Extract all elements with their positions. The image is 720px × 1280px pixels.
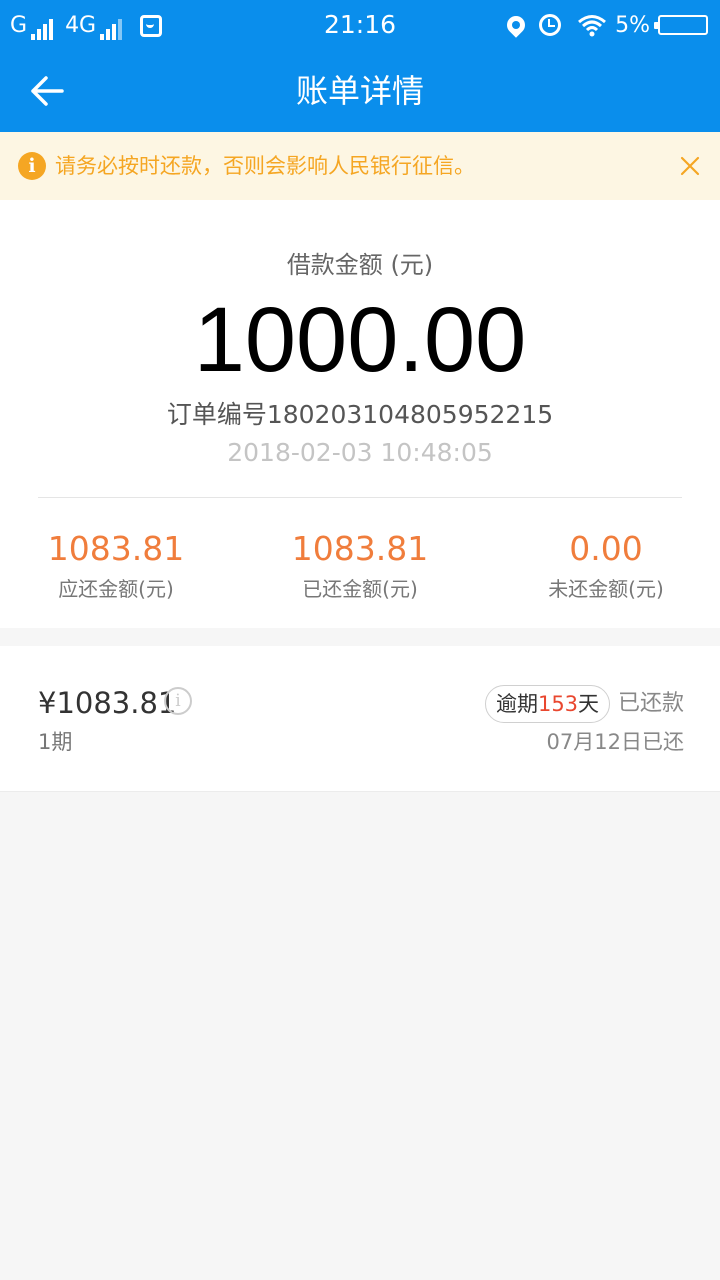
close-icon[interactable] bbox=[676, 152, 704, 180]
info-icon[interactable]: i bbox=[164, 687, 192, 715]
stat-value: 0.00 bbox=[569, 529, 643, 568]
network-type-label: G bbox=[10, 13, 28, 38]
stat-value: 1083.81 bbox=[291, 529, 429, 568]
loan-amount-value: 1000.00 bbox=[193, 289, 527, 391]
stat-due: 1083.81 应还金额(元) bbox=[0, 528, 236, 606]
signal-icon bbox=[100, 18, 124, 40]
stat-unpaid: 0.00 未还金额(元) bbox=[486, 528, 720, 606]
bill-installment-row[interactable]: ¥1083.81 i 1期 逾期153天 已还款 07月12日已还 bbox=[0, 646, 720, 792]
overdue-badge: 逾期153天 bbox=[485, 685, 610, 723]
stat-label: 未还金额(元) bbox=[548, 577, 664, 601]
page-title: 账单详情 bbox=[295, 72, 424, 110]
overdue-prefix: 逾期 bbox=[495, 692, 538, 716]
loan-amount-label: 借款金额 (元) bbox=[286, 251, 434, 279]
overdue-suffix: 天 bbox=[578, 692, 600, 716]
loan-summary: 借款金额 (元) 1000.00 订单编号180203104805952215 … bbox=[0, 200, 720, 628]
battery-percent: 5% bbox=[615, 12, 650, 38]
nav-bar: 账单详情 bbox=[0, 50, 720, 132]
signal-icon bbox=[31, 18, 55, 40]
wifi-icon bbox=[578, 15, 607, 37]
overdue-days: 153 bbox=[537, 692, 579, 716]
stat-label: 应还金额(元) bbox=[58, 577, 174, 601]
alarm-clock-icon bbox=[539, 14, 562, 36]
stat-value: 1083.81 bbox=[47, 529, 185, 568]
divider bbox=[38, 497, 682, 498]
location-pin-icon bbox=[503, 12, 529, 38]
status-left: G 4G bbox=[10, 10, 163, 40]
bill-status: 已还款 bbox=[617, 691, 684, 716]
shopping-bag-icon bbox=[140, 15, 163, 37]
bill-paid-date: 07月12日已还 bbox=[546, 730, 684, 754]
info-icon: i bbox=[18, 152, 46, 180]
status-bar: G 4G 21:16 5% bbox=[0, 0, 720, 50]
order-time: 2018-02-03 10:48:05 bbox=[227, 438, 493, 467]
notice-text: 请务必按时还款，否则会影响人民银行征信。 bbox=[55, 154, 475, 178]
order-number: 订单编号180203104805952215 bbox=[166, 400, 554, 429]
stat-paid: 1083.81 已还金额(元) bbox=[240, 528, 480, 606]
network-type-label: 4G bbox=[65, 13, 97, 38]
status-right: 5% bbox=[503, 10, 708, 40]
arrow-left-icon[interactable] bbox=[24, 68, 70, 114]
bill-period: 1期 bbox=[38, 730, 73, 754]
stat-label: 已还金额(元) bbox=[302, 577, 418, 601]
battery-icon bbox=[654, 15, 708, 35]
notice-banner: i 请务必按时还款，否则会影响人民银行征信。 bbox=[0, 132, 720, 200]
bill-amount: ¥1083.81 bbox=[38, 686, 177, 720]
